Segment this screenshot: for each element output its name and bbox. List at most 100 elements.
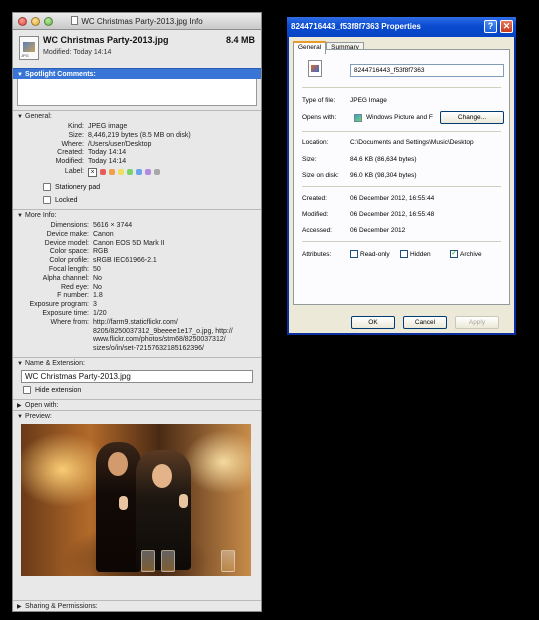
- label-red[interactable]: [100, 169, 106, 176]
- section-more-info[interactable]: ▼ More Info:: [13, 208, 261, 220]
- info-row: Modified: Today 14:14: [13, 158, 261, 167]
- info-row: Exposure time: 1/20: [13, 310, 261, 319]
- info-value: sRGB IEC61966-2.1: [93, 257, 157, 265]
- stationery-pad-checkbox[interactable]: Stationery pad: [43, 182, 261, 193]
- info-value: 8,446,219 bytes (8.5 MB on disk): [88, 131, 191, 139]
- label-yellow[interactable]: [118, 169, 124, 176]
- divider: [302, 186, 501, 187]
- disclosure-open-icon: ▼: [17, 360, 23, 367]
- info-row: Alpha channel: No: [13, 275, 261, 284]
- checkbox-box[interactable]: [400, 250, 408, 258]
- label-orange[interactable]: [109, 169, 115, 176]
- section-open-with[interactable]: ▶ Open with:: [13, 398, 261, 410]
- section-name-extension[interactable]: ▼ Name & Extension:: [13, 356, 261, 368]
- created-value: 06 December 2012, 16:55:44: [350, 195, 435, 202]
- name-extension-field[interactable]: WC Christmas Party-2013.jpg: [21, 369, 253, 383]
- label-blue[interactable]: [136, 169, 142, 176]
- checkbox-box[interactable]: [43, 183, 51, 192]
- opens-with-value: Windows Picture and F: [366, 114, 433, 121]
- info-value: Today 14:14: [88, 149, 127, 157]
- checkmark-icon[interactable]: ✓: [450, 250, 458, 258]
- section-label: Name & Extension:: [25, 359, 85, 367]
- info-row: Device make: Canon: [13, 231, 261, 240]
- minimize-window-button[interactable]: [31, 17, 40, 26]
- section-spotlight-comments[interactable]: ▼ Spotlight Comments:: [13, 68, 261, 79]
- section-label: General:: [25, 113, 52, 120]
- apply-button[interactable]: Apply: [455, 316, 499, 329]
- disclosure-open-icon: ▼: [17, 413, 23, 420]
- close-window-button[interactable]: [18, 17, 27, 26]
- where-from-line: sizes/o/in/set-72157632185162396/: [93, 345, 204, 353]
- info-key: Created:: [57, 149, 84, 157]
- info-row: Device model: Canon EOS 5D Mark II: [13, 240, 261, 249]
- label-purple[interactable]: [145, 169, 151, 176]
- divider: [302, 131, 501, 132]
- no-label-button[interactable]: ×: [88, 167, 97, 177]
- where-from-line: www.flickr.com/photos/stm68/8250037312/: [93, 336, 226, 344]
- jpeg-file-icon: [308, 60, 322, 77]
- file-size: 8.4 MB: [225, 35, 255, 45]
- file-modified: Modified: Today 14:14: [43, 49, 112, 56]
- section-label: More Info:: [25, 211, 57, 219]
- mac-info-window: WC Christmas Party-2013.jpg Info JPG WC …: [12, 12, 262, 612]
- read-only-checkbox[interactable]: Read-only: [350, 250, 390, 258]
- info-row: Exposure program: 3: [13, 301, 261, 310]
- where-from-value: http://farm9.staticflickr.com/ 8205/8250…: [93, 319, 261, 354]
- help-button[interactable]: ?: [484, 20, 497, 33]
- info-key: Device make:: [46, 230, 89, 238]
- hide-extension-checkbox[interactable]: Hide extension: [23, 385, 261, 396]
- label-gray[interactable]: [154, 169, 160, 176]
- info-row: Kind: JPEG image: [13, 123, 261, 132]
- section-sharing-permissions[interactable]: ▶ Sharing & Permissions:: [13, 600, 261, 611]
- checkbox-label: Hidden: [410, 250, 431, 258]
- info-row: Size: 8,446,219 bytes (8.5 MB on disk): [13, 132, 261, 141]
- preview-glass: [161, 549, 175, 572]
- info-value: 5616 × 3744: [93, 221, 133, 229]
- spotlight-comments-field[interactable]: [17, 79, 257, 106]
- info-value: Today 14:14: [88, 158, 127, 166]
- info-key: Red eye:: [60, 283, 89, 291]
- divider: [302, 241, 501, 242]
- mac-title-bar[interactable]: WC Christmas Party-2013.jpg Info: [13, 13, 261, 30]
- checkbox-box[interactable]: [23, 386, 31, 395]
- section-label: Open with:: [25, 401, 59, 409]
- close-button[interactable]: ✕: [500, 20, 513, 33]
- info-key: Exposure program:: [29, 301, 89, 309]
- hidden-checkbox[interactable]: Hidden: [400, 250, 431, 258]
- info-value: 1/20: [93, 309, 107, 317]
- general-panel: 8244716443_f53f8f7363 Type of file: JPEG…: [293, 49, 510, 305]
- type-label: Type of file:: [302, 97, 336, 104]
- info-key: Where:: [61, 140, 84, 148]
- ok-button[interactable]: OK: [351, 316, 395, 329]
- size-on-disk-label: Size on disk:: [302, 172, 339, 179]
- info-value: /Users/user/Desktop: [88, 140, 152, 148]
- tab-general[interactable]: General: [293, 41, 327, 54]
- checkbox-box[interactable]: [350, 250, 358, 258]
- section-preview[interactable]: ▼ Preview:: [13, 409, 261, 421]
- disclosure-open-icon: ▼: [17, 72, 23, 78]
- info-row: Color profile: sRGB IEC61966-2.1: [13, 257, 261, 266]
- windows-properties-dialog: 8244716443_f53f8f7363 Properties ? ✕ Gen…: [287, 17, 516, 335]
- disclosure-open-icon: ▼: [17, 114, 23, 120]
- zoom-window-button[interactable]: [44, 17, 53, 26]
- dialog-title-bar[interactable]: 8244716443_f53f8f7363 Properties ? ✕: [287, 17, 516, 37]
- file-name-field[interactable]: 8244716443_f53f8f7363: [350, 64, 504, 77]
- label-green[interactable]: [127, 169, 133, 176]
- size-on-disk-value: 96.0 KB (98,304 bytes): [350, 172, 417, 179]
- info-key: Size:: [68, 131, 84, 139]
- cancel-button[interactable]: Cancel: [403, 316, 447, 329]
- checkbox-box[interactable]: [43, 196, 51, 205]
- info-row: Dimensions: 5616 × 3744: [13, 222, 261, 231]
- info-row: Where: /Users/user/Desktop: [13, 141, 261, 150]
- section-label: Sharing & Permissions:: [25, 603, 98, 610]
- file-header: JPG WC Christmas Party-2013.jpg 8.4 MB M…: [13, 30, 261, 68]
- label-picker: ×: [88, 167, 261, 177]
- section-general[interactable]: ▼ General:: [13, 110, 261, 121]
- archive-checkbox[interactable]: ✓ Archive: [450, 250, 482, 258]
- dialog-title: 8244716443_f53f8f7363 Properties: [291, 22, 421, 31]
- attributes-label: Attributes:: [302, 251, 332, 258]
- locked-checkbox[interactable]: Locked: [43, 195, 261, 206]
- info-row: Created: Today 14:14: [13, 149, 261, 158]
- info-key: Focal length:: [48, 265, 89, 273]
- change-button[interactable]: Change...: [440, 111, 504, 124]
